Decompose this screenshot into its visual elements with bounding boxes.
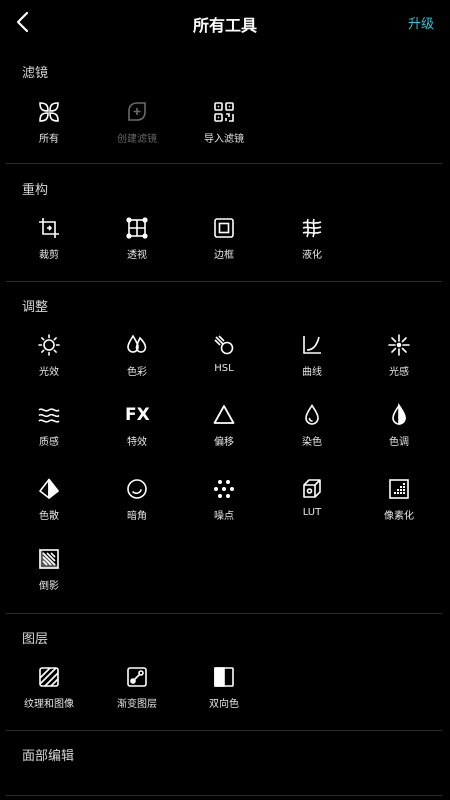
- tool-gradient-layer[interactable]: 渐变图层: [101, 665, 173, 725]
- section-divider: [6, 795, 442, 796]
- crop-icon: [37, 216, 61, 240]
- tool-label: 液化: [302, 250, 322, 261]
- tool-label: 质感: [39, 437, 59, 448]
- frame-icon: [212, 216, 236, 240]
- header-bar: 所有工具 升级: [0, 0, 450, 44]
- cube-icon: [300, 477, 324, 501]
- create-filter-icon: [125, 100, 149, 124]
- tool-create-filter[interactable]: 创建滤镜: [101, 100, 173, 160]
- liquify-icon: [300, 216, 324, 240]
- prism-icon: [37, 477, 61, 501]
- section-divider: [6, 613, 442, 614]
- tool-label: 色散: [39, 511, 59, 522]
- tool-liquify[interactable]: 液化: [276, 216, 348, 276]
- vignette-icon: [125, 477, 149, 501]
- fx-icon: FX: [125, 405, 150, 425]
- tool-label: 像素化: [384, 511, 414, 522]
- tool-label: 双向色: [209, 699, 239, 710]
- tool-offset[interactable]: 偏移: [188, 403, 260, 463]
- tool-label: 光感: [389, 367, 409, 378]
- section-divider: [6, 730, 442, 731]
- tool-label: 导入滤镜: [204, 134, 244, 145]
- tool-label: 偏移: [214, 437, 234, 448]
- tool-label: HSL: [214, 363, 234, 374]
- section-title-face-edit: 面部编辑: [22, 749, 75, 764]
- noise-icon: [212, 477, 236, 501]
- tool-crop[interactable]: 裁剪: [13, 216, 85, 276]
- tool-lut[interactable]: LUT: [276, 477, 348, 537]
- tool-label: 渐变图层: [117, 699, 157, 710]
- tool-label: LUT: [302, 507, 322, 518]
- tool-label: 色调: [389, 437, 409, 448]
- tool-label: 特效: [127, 437, 147, 448]
- pixelate-icon: [387, 477, 411, 501]
- tool-all-filters[interactable]: 所有: [13, 100, 85, 160]
- tool-texture-image[interactable]: 纹理和图像: [13, 665, 85, 725]
- section-title-reconstruct: 重构: [22, 183, 49, 198]
- drop-outline-icon: [300, 403, 324, 427]
- tool-label: 曲线: [302, 367, 322, 378]
- tool-import-filter[interactable]: 导入滤镜: [188, 100, 260, 160]
- grid-petals-icon: [37, 100, 61, 124]
- drops-icon: [125, 333, 149, 357]
- tool-label: 染色: [302, 437, 322, 448]
- tool-texture[interactable]: 质感: [13, 403, 85, 463]
- tool-label: 色彩: [127, 367, 147, 378]
- tool-perspective[interactable]: 透视: [101, 216, 173, 276]
- tool-effects[interactable]: FX 特效: [101, 403, 173, 463]
- qr-code-icon: [212, 100, 236, 124]
- section-title-adjust: 调整: [22, 300, 49, 315]
- tool-reflection[interactable]: 倒影: [13, 547, 85, 607]
- tool-label: 噪点: [214, 511, 234, 522]
- tool-label: 纹理和图像: [24, 699, 74, 710]
- section-title-filters: 滤镜: [22, 66, 49, 81]
- waves-icon: [37, 403, 61, 427]
- tool-light[interactable]: 光效: [13, 333, 85, 393]
- upgrade-button[interactable]: 升级: [408, 13, 434, 32]
- gradient-icon: [125, 665, 149, 689]
- sun-icon: [37, 333, 61, 357]
- tool-hsl[interactable]: HSL: [188, 333, 260, 393]
- tool-pixelate[interactable]: 像素化: [363, 477, 435, 537]
- duotone-icon: [212, 665, 236, 689]
- tool-dispersion[interactable]: 色散: [13, 477, 85, 537]
- curve-icon: [300, 333, 324, 357]
- reflection-icon: [37, 547, 61, 571]
- tool-label: 裁剪: [39, 250, 59, 261]
- perspective-icon: [125, 216, 149, 240]
- triangle-icon: [212, 403, 236, 427]
- section-divider: [6, 163, 442, 164]
- tool-label: 倒影: [39, 581, 59, 592]
- texture-icon: [37, 665, 61, 689]
- tool-vignette[interactable]: 暗角: [101, 477, 173, 537]
- page-title: 所有工具: [192, 16, 257, 35]
- tool-tone[interactable]: 色调: [363, 403, 435, 463]
- tool-label: 暗角: [127, 511, 147, 522]
- tool-label: 所有: [39, 134, 59, 145]
- tool-label: 透视: [127, 250, 147, 261]
- tool-duotone[interactable]: 双向色: [188, 665, 260, 725]
- tool-label: 创建滤镜: [117, 134, 157, 145]
- drop-half-icon: [387, 403, 411, 427]
- section-divider: [6, 281, 442, 282]
- tool-frame[interactable]: 边框: [188, 216, 260, 276]
- tool-label: 边框: [214, 250, 234, 261]
- section-title-layers: 图层: [22, 632, 49, 647]
- tool-noise[interactable]: 噪点: [188, 477, 260, 537]
- tool-color[interactable]: 色彩: [101, 333, 173, 393]
- tool-label: 光效: [39, 367, 59, 378]
- tool-tint[interactable]: 染色: [276, 403, 348, 463]
- sparkle-icon: [387, 333, 411, 357]
- tool-luminance[interactable]: 光感: [363, 333, 435, 393]
- tool-curve[interactable]: 曲线: [276, 333, 348, 393]
- hsl-icon: [212, 333, 236, 357]
